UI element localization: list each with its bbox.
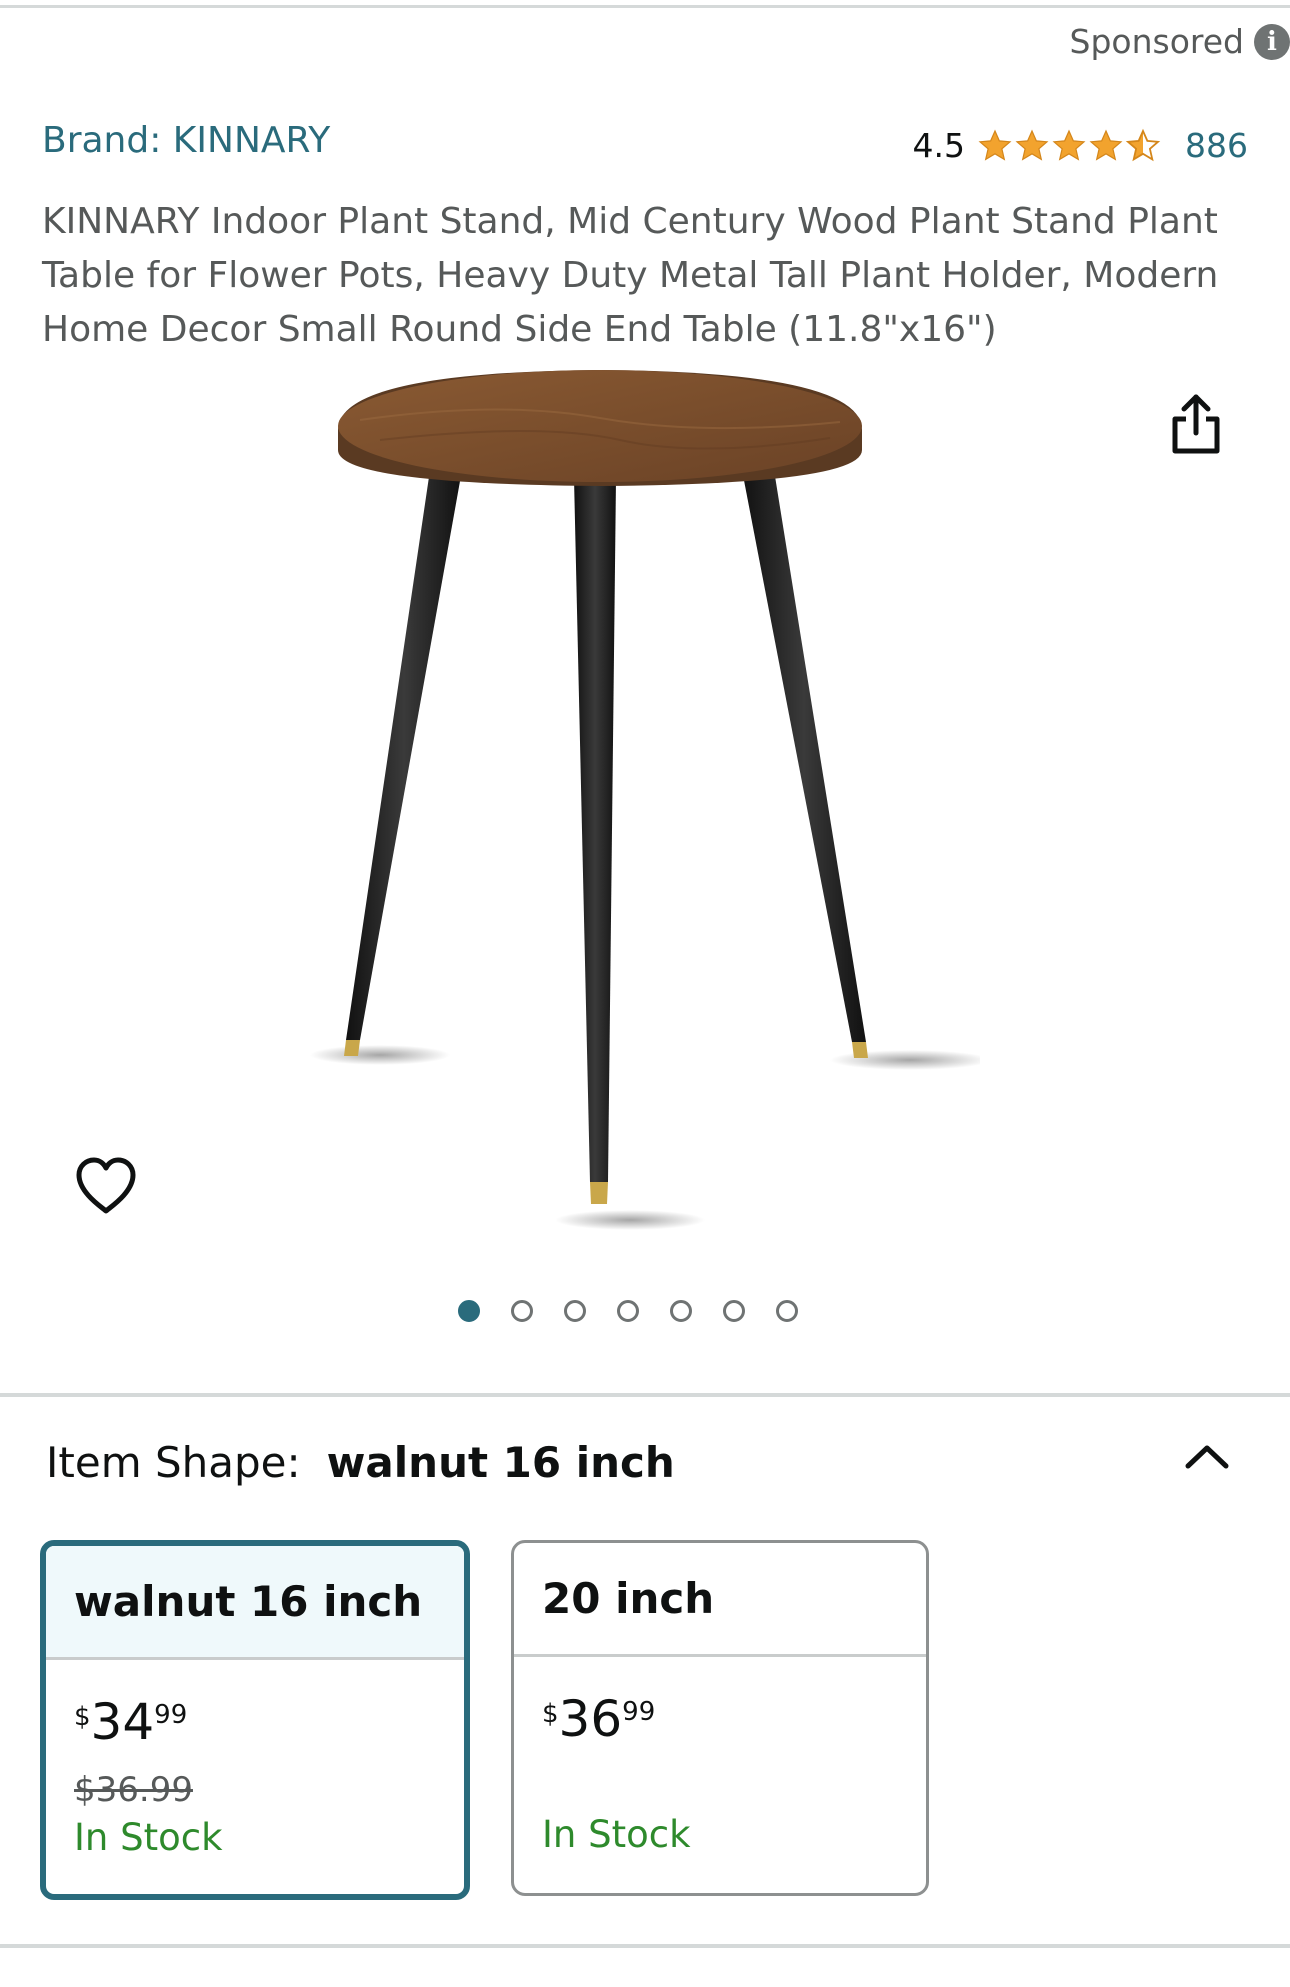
- star-icon: [978, 129, 1012, 161]
- variation-header: Item Shape: walnut 16 inch: [46, 1438, 675, 1487]
- price-whole: 36: [558, 1690, 623, 1748]
- info-icon[interactable]: i: [1254, 23, 1290, 60]
- variation-option-walnut-16[interactable]: walnut 16 inch $ 34 99 $36.99 In Stock: [40, 1540, 470, 1900]
- variation-option-20-inch[interactable]: 20 inch $ 36 99 In Stock: [511, 1540, 929, 1896]
- chevron-up-icon[interactable]: [1182, 1436, 1232, 1476]
- star-icon: [1089, 129, 1123, 161]
- was-price: $36.99: [74, 1770, 193, 1810]
- section-divider: [0, 1944, 1290, 1948]
- gallery-dot[interactable]: [617, 1300, 639, 1322]
- gallery-dot[interactable]: [458, 1300, 480, 1322]
- variation-selected-value: walnut 16 inch: [326, 1438, 675, 1487]
- star-icon: [1015, 129, 1049, 161]
- brand-link[interactable]: Brand: KINNARY: [42, 120, 330, 161]
- option-price: $ 36 99: [542, 1691, 655, 1747]
- gallery-pagination[interactable]: [458, 1300, 798, 1322]
- sponsored-text: Sponsored: [1069, 22, 1244, 61]
- wishlist-button[interactable]: [70, 1150, 142, 1222]
- rating-value: 4.5: [912, 126, 965, 165]
- rating-count[interactable]: 886: [1185, 126, 1248, 165]
- option-price: $ 34 99: [74, 1694, 187, 1750]
- price-whole: 34: [90, 1693, 155, 1751]
- option-name: 20 inch: [514, 1543, 926, 1657]
- gallery-dot[interactable]: [564, 1300, 586, 1322]
- heart-icon: [76, 1157, 136, 1214]
- product-image[interactable]: [300, 360, 980, 1240]
- gallery-dot[interactable]: [670, 1300, 692, 1322]
- share-button[interactable]: [1146, 374, 1246, 474]
- price-symbol: $: [542, 1699, 559, 1729]
- star-rating: [977, 128, 1161, 164]
- top-border: [0, 0, 1290, 8]
- price-fraction: 99: [622, 1697, 656, 1727]
- availability: In Stock: [542, 1813, 691, 1856]
- sponsored-label[interactable]: Sponsored i: [1070, 22, 1290, 61]
- gallery-dot[interactable]: [723, 1300, 745, 1322]
- gallery-dot[interactable]: [511, 1300, 533, 1322]
- star-icon: [1052, 129, 1086, 161]
- section-divider: [0, 1393, 1290, 1397]
- product-title: KINNARY Indoor Plant Stand, Mid Century …: [42, 201, 1219, 350]
- half-star-icon: [1125, 128, 1161, 161]
- price-fraction: 99: [154, 1700, 188, 1730]
- variation-label: Item Shape:: [46, 1438, 301, 1487]
- share-icon: [1172, 394, 1220, 454]
- rating-summary[interactable]: 4.5 886: [913, 126, 1248, 165]
- price-symbol: $: [74, 1702, 91, 1732]
- option-name: walnut 16 inch: [46, 1546, 464, 1660]
- availability: In Stock: [74, 1816, 223, 1859]
- gallery-dot[interactable]: [776, 1300, 798, 1322]
